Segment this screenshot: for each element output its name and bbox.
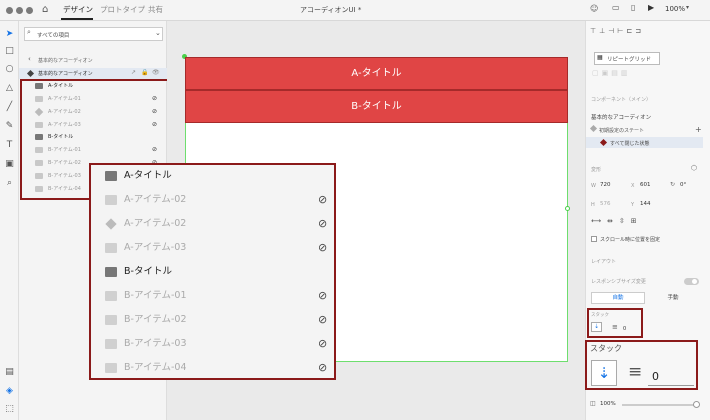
zoom-layer-row: B-アイテム-03 ⊘ xyxy=(91,332,334,356)
link-icon[interactable]: ↗ xyxy=(131,69,136,76)
pen-icon[interactable]: ✎ xyxy=(4,121,15,132)
document-title[interactable]: アコーディオンUI * xyxy=(300,5,361,15)
play-icon[interactable]: ▶ xyxy=(648,3,654,12)
artboard-icon[interactable]: ▣ xyxy=(4,159,15,170)
lock-icon[interactable]: 🔒 xyxy=(141,69,148,76)
window-close-dot[interactable] xyxy=(6,7,13,14)
home-icon[interactable]: ⌂ xyxy=(42,4,48,15)
rotation-field[interactable]: 0° xyxy=(680,182,686,188)
tab-share[interactable]: 共有 xyxy=(148,4,163,15)
tab-design[interactable]: デザイン xyxy=(63,4,93,15)
accordion-row-b[interactable]: B-タイトル xyxy=(185,90,568,123)
rectangle-icon[interactable]: □ xyxy=(4,46,15,57)
zoom-level[interactable]: 100% xyxy=(665,5,685,13)
eye-hidden-icon: ⊘ xyxy=(318,361,328,374)
triangle-icon[interactable]: △ xyxy=(4,83,15,94)
breadcrumb[interactable]: 基本的なアコーディオン xyxy=(38,57,93,64)
3d-icon[interactable]: ⬡ xyxy=(691,164,697,172)
repeat-grid-label: リピートグリッド xyxy=(607,57,652,63)
responsive-label: レスポンシブサイズ変更 xyxy=(591,279,646,285)
toggle-knob xyxy=(692,279,697,284)
height-field[interactable]: 576 xyxy=(600,201,611,207)
spacing-icon-big: ≡ xyxy=(628,362,643,382)
zoom-layer-row: A-アイテム-03 ⊘ xyxy=(91,236,334,260)
transform-label: 変形 xyxy=(591,167,602,173)
chevron-down-icon[interactable]: ▾ xyxy=(686,4,689,11)
resize-handle[interactable] xyxy=(565,206,570,211)
add-state-icon[interactable]: + xyxy=(695,125,702,134)
device-desktop-icon[interactable]: ▭ xyxy=(612,3,620,12)
layers-icon[interactable]: ◈ xyxy=(4,386,15,397)
window-zoom-dot[interactable] xyxy=(26,7,33,14)
spacing-underline xyxy=(648,385,694,386)
window-minimize-dot[interactable] xyxy=(16,7,23,14)
opacity-value[interactable]: 100% xyxy=(600,401,616,407)
component-name[interactable]: 基本的なアコーディオン xyxy=(591,113,651,121)
ellipse-icon[interactable]: ○ xyxy=(4,64,15,75)
line-icon[interactable]: ╱ xyxy=(4,102,15,113)
layout-label: レイアウト xyxy=(591,259,617,265)
select-icon[interactable]: ➤ xyxy=(4,29,15,40)
assets-icon[interactable]: ▤ xyxy=(4,367,15,378)
eye-icon[interactable]: 👁 xyxy=(152,69,160,76)
tab-prototype[interactable]: プロトタイプ xyxy=(100,4,145,15)
boolean-icons[interactable]: ▢▣▤▥ xyxy=(592,69,630,77)
component-layer-name: 基本的なアコーディオン xyxy=(38,71,93,77)
back-arrow-icon[interactable]: ‹ xyxy=(28,55,31,63)
accordion-row-a[interactable]: A-タイトル xyxy=(185,57,568,90)
align-icons[interactable]: ⊤⊥⊣⊢⊏⊐ xyxy=(590,27,644,35)
spacing-icon: ≡ xyxy=(612,323,618,331)
plugins-icon[interactable]: ⬚ xyxy=(4,404,15,415)
zoom-layer-row: A-タイトル xyxy=(91,164,334,188)
text-icon[interactable]: T xyxy=(4,140,15,151)
toolbar xyxy=(0,21,19,420)
stack-spacing-big: 0 xyxy=(652,370,659,383)
width-field[interactable]: 720 xyxy=(600,182,611,188)
search-placeholder: すべての項目 xyxy=(37,33,70,39)
zoom-layer-row: B-アイテム-02 ⊘ xyxy=(91,308,334,332)
tab-active-underline xyxy=(61,18,93,20)
y-field[interactable]: 144 xyxy=(640,201,651,207)
component-section-label: コンポーネント（メイン） xyxy=(591,97,652,103)
device-mobile-icon[interactable]: ▯ xyxy=(631,3,635,12)
auto-button[interactable]: 自動 xyxy=(591,292,645,304)
zoom-layer-row: A-アイテム-02 ⊘ xyxy=(91,212,334,236)
grid-icon: ▦ xyxy=(597,54,603,61)
zoom-layer-row: B-アイテム-04 ⊘ xyxy=(91,356,334,380)
state-name: すべて閉じた状態 xyxy=(610,141,650,147)
people-icon[interactable]: ☺ xyxy=(590,4,598,13)
eye-hidden-icon: ⊘ xyxy=(318,217,328,230)
opacity-icon: ◫ xyxy=(590,400,596,407)
stack-label-big: スタック xyxy=(590,344,622,353)
zoom-layer-row: B-タイトル xyxy=(91,260,334,284)
fix-scroll-checkbox[interactable] xyxy=(591,236,597,242)
eye-hidden-icon: ⊘ xyxy=(318,241,328,254)
x-field[interactable]: 601 xyxy=(640,182,651,188)
eye-hidden-icon: ⊘ xyxy=(318,289,328,302)
default-state[interactable]: 初期設定のステート xyxy=(599,127,644,134)
rotate-icon: ↻ xyxy=(670,181,676,188)
eye-hidden-icon: ⊘ xyxy=(318,193,328,206)
stack-label-small: スタック xyxy=(591,313,609,318)
opacity-slider-thumb[interactable] xyxy=(693,401,700,408)
manual-button[interactable]: 手動 xyxy=(646,292,700,304)
eye-hidden-icon: ⊘ xyxy=(318,313,328,326)
eye-hidden-icon: ⊘ xyxy=(318,337,328,350)
stack-spacing-small[interactable]: 0 xyxy=(623,326,626,332)
zoom-layer-row: B-アイテム-01 ⊘ xyxy=(91,284,334,308)
fix-scroll-label: スクロール時に位置を固定 xyxy=(600,237,661,243)
search-icon: ⌕ xyxy=(27,28,31,36)
zoom-icon[interactable]: ⌕ xyxy=(4,178,15,189)
chevron-down-icon[interactable]: ⌄ xyxy=(155,29,161,37)
opacity-slider-track[interactable] xyxy=(622,404,696,406)
stack-vertical-icon-big: ⇣ xyxy=(591,360,617,386)
zoom-layer-row: A-アイテム-02 ⊘ xyxy=(91,188,334,212)
responsive-resize-icons[interactable]: ⟷⇹⇳⊞ xyxy=(591,217,643,225)
stack-vertical-icon[interactable]: ⇣ xyxy=(591,322,602,332)
